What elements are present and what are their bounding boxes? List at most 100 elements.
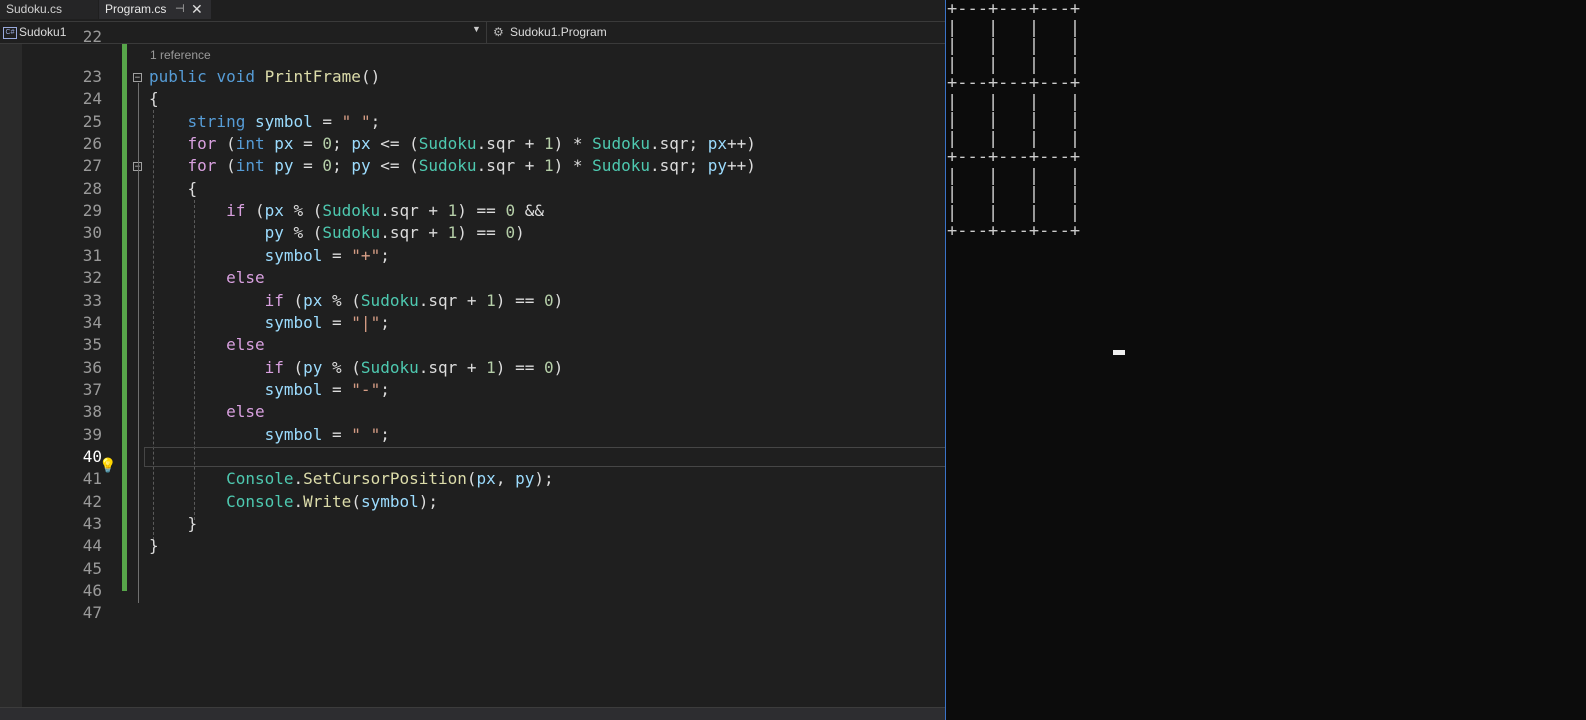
code-token: sqr + — [486, 156, 544, 176]
code-token: symbol — [264, 379, 323, 399]
code-token: int — [235, 134, 265, 154]
code-line[interactable]: py % (Sudoku.sqr + 1) == 0) — [149, 222, 525, 244]
code-line[interactable]: for (int py = 0; py <= (Sudoku.sqr + 1) … — [149, 155, 756, 177]
code-line[interactable]: Console.Write(symbol); — [149, 491, 438, 513]
code-token: 1 — [447, 223, 458, 243]
code-token: ( — [283, 357, 304, 377]
line-number: 36 — [82, 357, 102, 377]
tab-program-cs[interactable]: Program.cs ⊣ ✕ — [99, 0, 211, 19]
console-cursor — [1113, 350, 1125, 355]
code-line[interactable]: string symbol = " "; — [149, 111, 381, 133]
console-line: +---+---+---+ — [947, 221, 1081, 241]
line-number: 32 — [82, 268, 102, 288]
code-token: px — [707, 134, 728, 154]
code-line[interactable]: else — [149, 267, 265, 289]
current-line-highlight — [144, 447, 955, 467]
code-token: 1 — [544, 156, 554, 176]
code-token: int — [235, 156, 265, 176]
pin-icon[interactable]: ⊣ — [175, 0, 185, 19]
code-token: px — [476, 469, 496, 489]
code-token: if — [264, 357, 284, 377]
code-editor[interactable]: Sudoku.cs Program.cs ⊣ ✕ C# Sudoku1 ▼ ⚙ … — [0, 0, 955, 720]
code-token: . — [476, 156, 487, 176]
code-token: " " — [341, 111, 371, 131]
code-token: 0 — [543, 290, 554, 310]
code-line[interactable]: Console.SetCursorPosition(px, py); — [149, 468, 554, 490]
code-token: py — [264, 223, 284, 243]
code-token: % ( — [283, 201, 323, 221]
collapse-icon[interactable]: − — [133, 73, 142, 83]
code-token: () — [360, 67, 381, 86]
console-line: | | | | — [947, 110, 1081, 130]
code-token: ); — [418, 491, 439, 511]
code-token: 1 — [486, 357, 496, 377]
code-token: py — [351, 156, 371, 176]
code-line[interactable]: if (px % (Sudoku.sqr + 1) == 0 && — [149, 200, 544, 222]
code-line[interactable]: symbol = "-"; — [149, 379, 390, 401]
line-number: 33 — [82, 290, 102, 310]
code-token: void — [216, 67, 255, 86]
codelens-references[interactable]: 1 reference — [150, 48, 211, 62]
code-token: if — [264, 290, 284, 310]
code-token: { — [149, 89, 159, 109]
line-numbers: 22 23 24 25 26 27 28 29 30 31 32 33 34 35 36 37 38 39 40 41… — [22, 27, 102, 720]
code-line[interactable]: for (int px = 0; px <= (Sudoku.sqr + 1) … — [149, 133, 756, 155]
line-number: 47 — [82, 603, 102, 623]
code-line[interactable]: if (px % (Sudoku.sqr + 1) == 0) — [149, 290, 564, 312]
console-window[interactable]: +---+---+---+ | | | | | | | | | | | | +---+-… — [945, 0, 1586, 720]
code-line[interactable]: symbol = " "; — [149, 424, 390, 446]
code-token: . — [476, 134, 487, 154]
line-number: 41 — [82, 469, 102, 489]
code-token: symbol — [254, 111, 313, 131]
code-token: ( — [245, 201, 265, 221]
console-line: +---+---+---+ — [947, 147, 1081, 167]
code-token: ++) — [727, 134, 756, 154]
code-token: = — [293, 156, 323, 176]
code-token: = — [322, 379, 352, 399]
code-line[interactable]: symbol = "|"; — [149, 312, 390, 334]
code-token: % ( — [322, 357, 361, 377]
chevron-down-icon[interactable]: ▼ — [472, 24, 481, 34]
code-token: ) == — [495, 357, 544, 377]
line-number: 34 — [82, 312, 102, 332]
code-line[interactable]: } — [149, 535, 159, 557]
code-token: Sudoku — [322, 201, 381, 221]
code-line[interactable]: if (py % (Sudoku.sqr + 1) == 0) — [149, 357, 564, 379]
code-token: Sudoku — [592, 156, 650, 176]
console-line: | | | | — [947, 202, 1081, 223]
code-line[interactable]: { — [149, 88, 159, 110]
lightbulb-icon[interactable]: 💡 — [99, 456, 117, 476]
status-strip — [0, 707, 955, 720]
code-line[interactable]: else — [149, 334, 265, 356]
change-tracking-bar — [122, 44, 127, 591]
code-line[interactable]: symbol = "+"; — [149, 245, 390, 267]
code-token: Sudoku — [360, 290, 419, 310]
console-line: | | | | — [947, 17, 1081, 38]
code-line[interactable]: public void PrintFrame() — [149, 66, 380, 88]
code-token: 0 — [543, 357, 554, 377]
code-token: ) — [553, 357, 564, 377]
code-token: string — [187, 111, 246, 131]
code-line[interactable]: { — [149, 178, 198, 200]
close-icon[interactable]: ✕ — [191, 0, 203, 19]
code-line[interactable]: } — [149, 513, 198, 535]
code-token: , — [495, 469, 516, 489]
console-line: | | | | — [947, 54, 1081, 75]
tab-sudoku-cs[interactable]: Sudoku.cs — [0, 0, 98, 19]
code-token: sqr + — [486, 134, 544, 154]
code-token: PrintFrame — [264, 67, 361, 86]
code-token: "|" — [351, 312, 381, 332]
code-token: ) — [515, 223, 525, 243]
line-number: 43 — [82, 514, 102, 533]
code-line[interactable]: else — [149, 401, 265, 423]
class-icon: ⚙ — [493, 25, 504, 39]
